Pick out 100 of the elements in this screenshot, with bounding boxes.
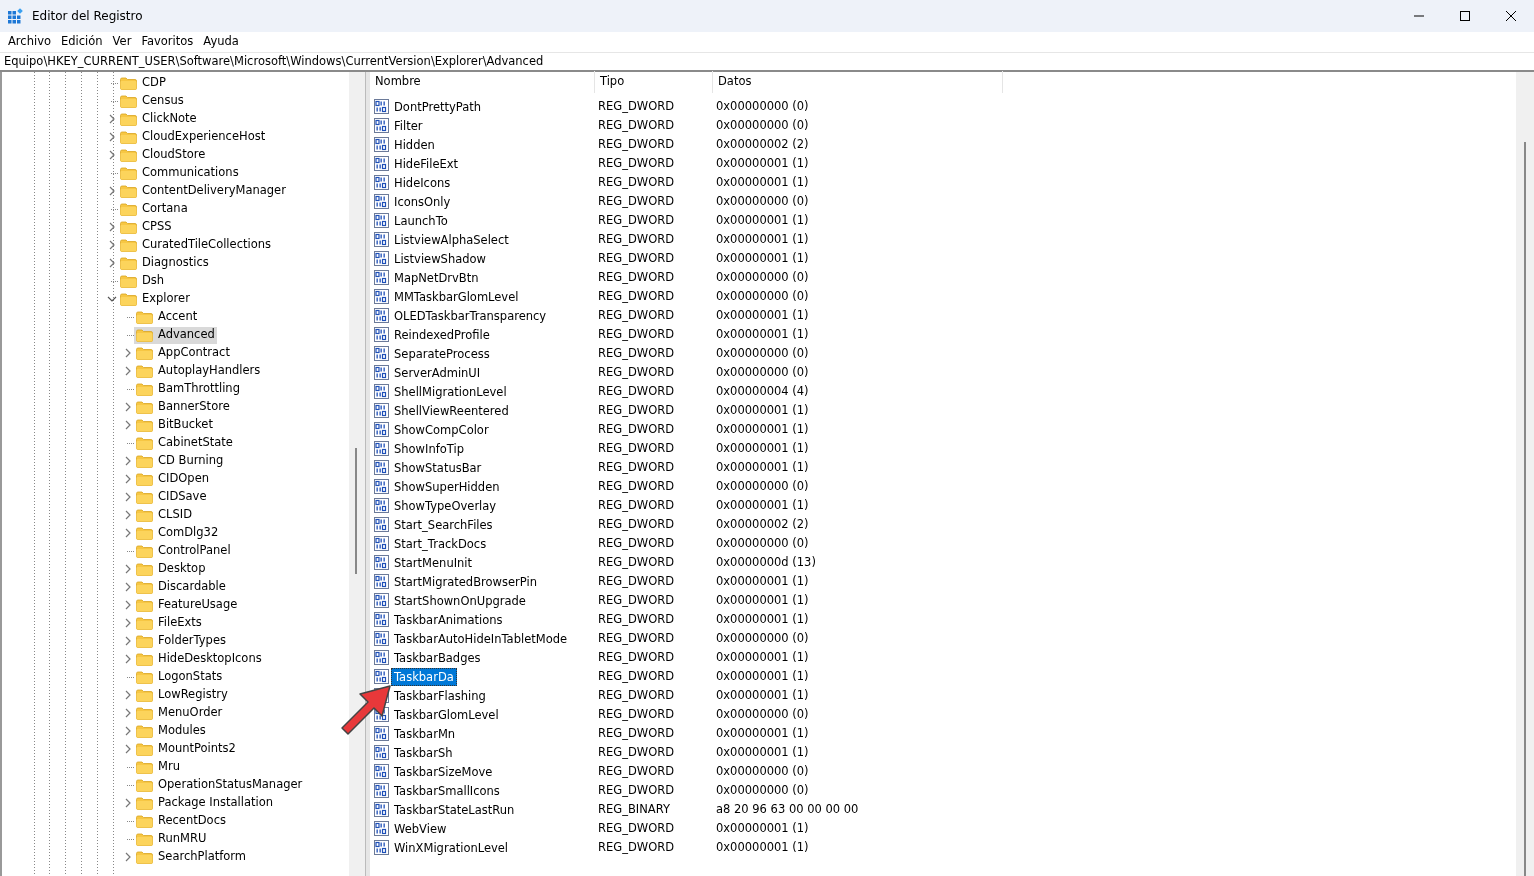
tree-item[interactable]: Census xyxy=(118,92,186,110)
expand-icon[interactable] xyxy=(125,726,131,736)
value-name[interactable]: Filter xyxy=(391,116,426,135)
expand-icon[interactable] xyxy=(125,636,131,646)
tree-item[interactable]: CPSS xyxy=(118,218,174,236)
value-name[interactable]: MapNetDrvBtn xyxy=(391,268,482,287)
value-name[interactable]: TaskbarAnimations xyxy=(391,610,506,629)
tree-item[interactable]: FolderTypes xyxy=(134,632,228,650)
tree-item[interactable]: OperationStatusManager xyxy=(134,776,305,794)
expand-icon[interactable] xyxy=(125,492,131,502)
expand-icon[interactable] xyxy=(125,348,131,358)
value-name[interactable]: WinXMigrationLevel xyxy=(391,838,512,857)
tree-item[interactable]: ClickNote xyxy=(118,110,199,128)
value-name[interactable]: TaskbarStateLastRun xyxy=(391,800,518,819)
tree-item[interactable]: HideDesktopIcons xyxy=(134,650,264,668)
expand-icon[interactable] xyxy=(125,618,131,628)
expand-icon[interactable] xyxy=(125,456,131,466)
value-name[interactable]: IconsOnly xyxy=(391,192,454,211)
tree-item[interactable]: CD Burning xyxy=(134,452,226,470)
value-name[interactable]: StartMenuInit xyxy=(391,553,476,572)
expand-icon[interactable] xyxy=(125,708,131,718)
scrollbar[interactable] xyxy=(349,72,365,876)
menu-item[interactable]: Favoritos xyxy=(136,33,199,49)
value-name[interactable]: DontPrettyPath xyxy=(391,97,485,116)
value-name[interactable]: HideIcons xyxy=(391,173,454,192)
value-name[interactable]: SeparateProcess xyxy=(391,344,493,363)
value-name[interactable]: TaskbarFlashing xyxy=(391,686,489,705)
tree-item[interactable]: Dsh xyxy=(118,272,167,290)
expand-icon[interactable] xyxy=(125,402,131,412)
value-name[interactable]: HideFileExt xyxy=(391,154,462,173)
tree-item[interactable]: RunMRU xyxy=(134,830,209,848)
expand-icon[interactable] xyxy=(109,222,115,232)
tree-item[interactable]: CloudStore xyxy=(118,146,208,164)
tree-item[interactable]: SearchPlatform xyxy=(134,848,248,866)
tree-item[interactable]: Package Installation xyxy=(134,794,276,812)
value-name[interactable]: ShowSuperHidden xyxy=(391,477,503,496)
expand-icon[interactable] xyxy=(125,366,131,376)
expand-icon[interactable] xyxy=(125,852,131,862)
tree-item[interactable]: ControlPanel xyxy=(134,542,233,560)
expand-icon[interactable] xyxy=(125,582,131,592)
expand-icon[interactable] xyxy=(109,114,115,124)
tree-item[interactable]: Accent xyxy=(134,308,200,326)
value-name[interactable]: TaskbarSh xyxy=(391,743,456,762)
expand-icon[interactable] xyxy=(109,258,115,268)
tree-item[interactable]: MountPoints2 xyxy=(134,740,238,758)
value-name[interactable]: WebView xyxy=(391,819,450,838)
expand-icon[interactable] xyxy=(125,474,131,484)
expand-icon[interactable] xyxy=(109,132,115,142)
tree-item[interactable]: Cortana xyxy=(118,200,190,218)
value-name[interactable]: ShowInfoTip xyxy=(391,439,467,458)
value-name[interactable]: TaskbarAutoHideInTabletMode xyxy=(391,629,571,648)
value-name[interactable]: ShowCompColor xyxy=(391,420,492,439)
expand-icon[interactable] xyxy=(125,510,131,520)
tree-item[interactable]: CDP xyxy=(118,74,168,92)
value-name[interactable]: ServerAdminUI xyxy=(391,363,484,382)
tree-item[interactable]: Discardable xyxy=(134,578,228,596)
value-name[interactable]: MMTaskbarGlomLevel xyxy=(391,287,522,306)
value-name[interactable]: TaskbarBadges xyxy=(391,648,484,667)
tree-item[interactable]: Mru xyxy=(134,758,182,776)
scrollbar[interactable] xyxy=(1516,72,1534,876)
tree-item[interactable]: CIDSave xyxy=(134,488,209,506)
value-name[interactable]: TaskbarGlomLevel xyxy=(391,705,502,724)
value-name[interactable]: ShowStatusBar xyxy=(391,458,485,477)
tree-item[interactable]: BannerStore xyxy=(134,398,232,416)
column-header[interactable]: Tipo xyxy=(595,71,713,93)
value-name[interactable]: TaskbarDa xyxy=(391,667,457,686)
menu-item[interactable]: Ver xyxy=(107,33,137,49)
tree-item[interactable]: FileExts xyxy=(134,614,204,632)
value-name[interactable]: ShellMigrationLevel xyxy=(391,382,510,401)
expand-icon[interactable] xyxy=(109,186,115,196)
tree-item[interactable]: Diagnostics xyxy=(118,254,211,272)
tree-item[interactable]: AutoplayHandlers xyxy=(134,362,263,380)
expand-icon[interactable] xyxy=(125,420,131,430)
tree-item[interactable]: Desktop xyxy=(134,560,208,578)
value-name[interactable]: ReindexedProfile xyxy=(391,325,493,344)
tree-item[interactable]: ContentDeliveryManager xyxy=(118,182,288,200)
column-header[interactable]: Datos xyxy=(713,71,1003,93)
column-header[interactable]: Nombre xyxy=(370,71,595,93)
value-name[interactable]: StartShownOnUpgrade xyxy=(391,591,529,610)
value-name[interactable]: Start_SearchFiles xyxy=(391,515,496,534)
tree-item[interactable]: Communications xyxy=(118,164,241,182)
tree-item[interactable]: CuratedTileCollections xyxy=(118,236,273,254)
tree-item[interactable]: BitBucket xyxy=(134,416,215,434)
tree-item[interactable]: CIDOpen xyxy=(134,470,211,488)
tree-item[interactable]: LowRegistry xyxy=(134,686,230,704)
expand-icon[interactable] xyxy=(109,240,115,250)
value-name[interactable]: TaskbarMn xyxy=(391,724,459,743)
menu-item[interactable]: Ayuda xyxy=(198,33,244,49)
expand-icon[interactable] xyxy=(125,528,131,538)
value-name[interactable]: Hidden xyxy=(391,135,438,154)
expand-icon[interactable] xyxy=(125,690,131,700)
value-name[interactable]: ListviewShadow xyxy=(391,249,489,268)
value-name[interactable]: OLEDTaskbarTransparency xyxy=(391,306,550,325)
menu-item[interactable]: Edición xyxy=(56,33,108,49)
tree-item[interactable]: Advanced xyxy=(134,326,217,344)
expand-icon[interactable] xyxy=(125,600,131,610)
tree-item[interactable]: LogonStats xyxy=(134,668,225,686)
tree-item[interactable]: Modules xyxy=(134,722,208,740)
expand-icon[interactable] xyxy=(125,564,131,574)
tree-item[interactable]: Explorer xyxy=(118,290,192,308)
